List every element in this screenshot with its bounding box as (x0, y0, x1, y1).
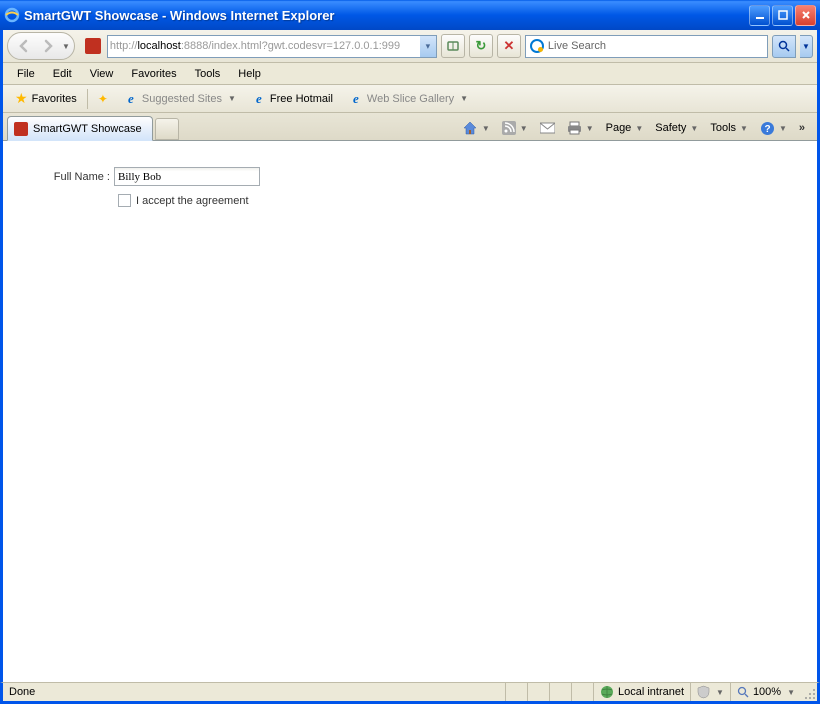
suggested-sites-link[interactable]: e Suggested Sites ▼ (118, 89, 242, 109)
page-menu[interactable]: Page▼ (602, 120, 648, 136)
nav-buttons: ▼ (7, 32, 75, 60)
search-button[interactable] (772, 35, 796, 58)
close-button[interactable] (795, 5, 816, 26)
status-seg-3 (550, 683, 572, 701)
home-button[interactable]: ▼ (458, 118, 494, 138)
menu-file[interactable]: File (9, 66, 43, 82)
ie-icon: e (124, 92, 138, 106)
tools-menu[interactable]: Tools▼ (706, 120, 752, 136)
chevron-down-icon: ▼ (787, 688, 795, 697)
chevron-down-icon: ▼ (228, 94, 236, 103)
tab-bar: SmartGWT Showcase ▼ ▼ ▼ Page▼ Safety▼ To… (3, 113, 817, 141)
resize-grip[interactable] (801, 683, 817, 701)
page-content: Full Name : I accept the agreement (0, 141, 820, 682)
maximize-button[interactable] (772, 5, 793, 26)
print-icon (567, 121, 582, 135)
titlebar: SmartGWT Showcase - Windows Internet Exp… (0, 0, 820, 30)
agreement-checkbox[interactable] (118, 194, 131, 207)
fullname-row: Full Name : (48, 167, 817, 186)
protected-mode[interactable]: ▼ (691, 683, 731, 701)
safety-menu[interactable]: Safety▼ (651, 120, 702, 136)
add-favorite-button[interactable]: ✦ (92, 89, 114, 109)
forward-button[interactable] (36, 34, 60, 58)
refresh-button[interactable]: ↻ (469, 34, 493, 58)
help-icon: ? (760, 121, 775, 136)
agreement-row: I accept the agreement (118, 194, 817, 207)
tab-smartgwt[interactable]: SmartGWT Showcase (7, 116, 153, 141)
command-bar: ▼ ▼ ▼ Page▼ Safety▼ Tools▼ ?▼ » (458, 118, 813, 140)
globe-icon (600, 685, 614, 699)
search-placeholder: Live Search (548, 40, 606, 52)
bing-icon (530, 39, 544, 53)
help-button[interactable]: ?▼ (756, 119, 791, 138)
favorites-button[interactable]: ★ Favorites (9, 87, 83, 110)
chevron-down-icon: ▼ (460, 94, 468, 103)
minimize-button[interactable] (749, 5, 770, 26)
ie-icon: e (349, 92, 363, 106)
ie-icon: e (252, 92, 266, 106)
menu-view[interactable]: View (82, 66, 122, 82)
back-button[interactable] (12, 34, 36, 58)
rss-icon (502, 121, 516, 135)
compat-button[interactable] (441, 34, 465, 58)
free-hotmail-link[interactable]: e Free Hotmail (246, 89, 339, 109)
address-bar[interactable]: http://localhost:8888/index.html?gwt.cod… (107, 35, 437, 58)
navigation-bar: ▼ http://localhost:8888/index.html?gwt.c… (3, 30, 817, 63)
security-zone[interactable]: Local intranet (594, 683, 691, 701)
status-seg-4 (572, 683, 594, 701)
shield-icon (697, 685, 710, 699)
new-tab-button[interactable] (155, 118, 179, 140)
nav-history-dropdown[interactable]: ▼ (62, 42, 70, 51)
status-seg-2 (528, 683, 550, 701)
fullname-label: Full Name : (48, 171, 114, 183)
tab-label: SmartGWT Showcase (33, 123, 142, 135)
star-icon: ★ (15, 90, 28, 107)
status-seg-1 (506, 683, 528, 701)
favorites-bar: ★ Favorites ✦ e Suggested Sites ▼ e Free… (3, 85, 817, 113)
browser-window: SmartGWT Showcase - Windows Internet Exp… (0, 0, 820, 704)
zoom-icon (737, 686, 749, 698)
print-button[interactable]: ▼ (563, 119, 598, 137)
window-controls (749, 5, 816, 26)
tab-favicon (14, 122, 28, 136)
add-star-icon: ✦ (98, 92, 108, 106)
search-bar[interactable]: Live Search (525, 35, 768, 58)
menu-bar: File Edit View Favorites Tools Help (3, 63, 817, 85)
site-icon (85, 38, 101, 54)
menu-favorites[interactable]: Favorites (123, 66, 184, 82)
ie-icon (4, 7, 20, 23)
menu-help[interactable]: Help (230, 66, 269, 82)
zoom-control[interactable]: 100% ▼ (731, 683, 801, 701)
feeds-button[interactable]: ▼ (498, 119, 532, 137)
search-dropdown[interactable]: ▼ (800, 35, 813, 58)
address-dropdown[interactable]: ▾ (420, 36, 436, 57)
chevron-down-icon: ▼ (716, 688, 724, 697)
home-icon (462, 120, 478, 136)
read-mail-button[interactable] (536, 120, 559, 136)
web-slice-link[interactable]: e Web Slice Gallery ▼ (343, 89, 474, 109)
status-text: Done (3, 683, 506, 701)
menu-tools[interactable]: Tools (187, 66, 229, 82)
mail-icon (540, 122, 555, 134)
svg-text:?: ? (764, 124, 770, 135)
menu-edit[interactable]: Edit (45, 66, 80, 82)
status-bar: Done Local intranet ▼ 100% ▼ (0, 682, 820, 704)
overflow-button[interactable]: » (795, 122, 809, 134)
window-title: SmartGWT Showcase - Windows Internet Exp… (24, 8, 749, 23)
fullname-input[interactable] (114, 167, 260, 186)
stop-button[interactable]: ✕ (497, 34, 521, 58)
agreement-label: I accept the agreement (136, 195, 249, 207)
